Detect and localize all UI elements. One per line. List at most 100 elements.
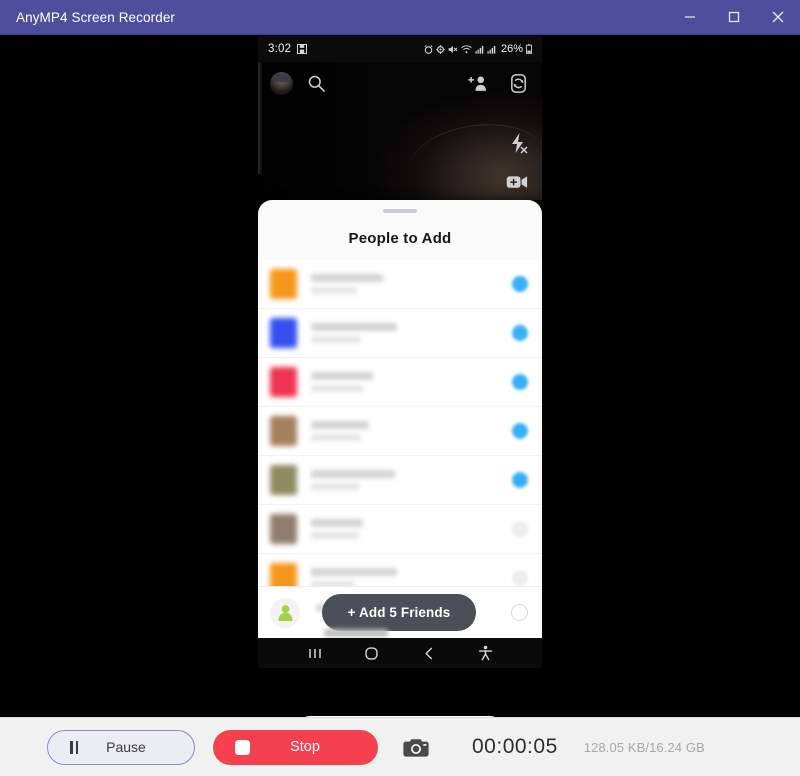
blurred-display-name xyxy=(311,567,397,576)
list-item-text xyxy=(311,322,512,343)
home-button[interactable] xyxy=(355,646,389,661)
screenshot-button[interactable] xyxy=(400,737,432,758)
partial-row-blur xyxy=(324,629,388,637)
pause-button[interactable]: Pause xyxy=(47,729,195,765)
list-item[interactable] xyxy=(258,553,542,586)
add-friend-icon xyxy=(468,76,487,91)
close-icon xyxy=(772,11,784,23)
list-item-text xyxy=(311,518,512,539)
app-window: AnyMP4 Screen Recorder 3:02 26% People t… xyxy=(0,0,800,776)
list-item[interactable] xyxy=(258,504,542,554)
file-size-info: 128.05 KB/16.24 GB xyxy=(583,739,705,755)
accessibility-button[interactable] xyxy=(469,645,503,661)
blurred-username xyxy=(311,286,357,294)
select-checkbox-checked[interactable] xyxy=(512,471,528,488)
video-camera-button[interactable] xyxy=(506,174,528,195)
list-item[interactable] xyxy=(258,455,542,505)
sheet-title: People to Add xyxy=(348,229,452,247)
recents-button[interactable] xyxy=(298,646,332,661)
blurred-username xyxy=(311,433,361,441)
list-item[interactable] xyxy=(258,308,542,358)
blurred-display-name xyxy=(311,371,373,380)
video-camera-icon xyxy=(506,176,528,188)
phone-screen-edge xyxy=(258,62,262,174)
alarm-icon xyxy=(424,44,433,54)
select-checkbox-checked[interactable] xyxy=(512,324,528,341)
sheet-footer: + Add 5 Friends xyxy=(258,586,542,638)
avatar xyxy=(270,562,297,586)
signal-icon xyxy=(475,45,484,54)
footer-avatar xyxy=(270,597,300,628)
blurred-display-name xyxy=(311,273,383,282)
close-button[interactable] xyxy=(756,0,800,35)
people-list[interactable] xyxy=(258,259,542,586)
phone-status-bar: 3:02 26% xyxy=(258,36,542,62)
list-item-text xyxy=(311,371,512,392)
recorder-toolbar: Pause Stop 00:00:05 128.05 KB/16.24 GB xyxy=(0,717,800,776)
blurred-display-name xyxy=(311,469,395,478)
select-checkbox-unchecked[interactable] xyxy=(512,520,528,537)
blurred-username xyxy=(311,335,361,343)
profile-avatar[interactable] xyxy=(270,72,293,95)
select-checkbox-checked[interactable] xyxy=(512,275,528,292)
avatar xyxy=(270,366,297,397)
mute-icon xyxy=(448,45,458,53)
select-checkbox-checked[interactable] xyxy=(512,422,528,439)
minimize-button[interactable] xyxy=(668,0,712,35)
save-icon xyxy=(297,44,308,54)
avatar xyxy=(270,415,297,446)
flash-off-button[interactable] xyxy=(508,132,528,159)
home-icon xyxy=(365,646,378,660)
avatar xyxy=(270,268,297,299)
avatar xyxy=(270,317,297,348)
list-item[interactable] xyxy=(258,259,542,309)
camera-icon xyxy=(403,738,429,757)
flip-camera-button[interactable] xyxy=(508,73,529,99)
back-button[interactable] xyxy=(412,646,446,661)
stop-label: Stop xyxy=(290,739,320,755)
blurred-username xyxy=(311,531,359,539)
blurred-username xyxy=(311,482,359,490)
footer-select-checkbox[interactable] xyxy=(511,604,528,621)
add-friend-button[interactable] xyxy=(467,74,489,98)
blurred-display-name xyxy=(311,518,363,527)
people-to-add-sheet: People to Add + Add 5 Friends xyxy=(258,200,542,638)
stop-button[interactable]: Stop xyxy=(213,729,378,765)
search-button[interactable] xyxy=(307,74,326,98)
list-item[interactable] xyxy=(258,357,542,407)
battery-icon xyxy=(526,44,532,54)
android-nav-bar xyxy=(258,638,542,668)
list-item-text xyxy=(311,420,512,441)
blurred-display-name xyxy=(311,322,397,331)
minimize-icon xyxy=(685,16,695,18)
maximize-button[interactable] xyxy=(712,0,756,35)
list-item[interactable] xyxy=(258,406,542,456)
select-checkbox-checked[interactable] xyxy=(512,373,528,390)
phone-mirror-region: 3:02 26% People to Add + Add 5 Friends xyxy=(258,36,542,668)
flash-off-icon xyxy=(512,133,528,154)
signal-icon xyxy=(487,45,496,54)
gear-icon xyxy=(436,44,445,54)
avatar xyxy=(270,513,297,544)
sheet-drag-handle[interactable] xyxy=(383,209,417,213)
pause-label: Pause xyxy=(106,739,146,755)
recording-stage: 3:02 26% People to Add + Add 5 Friends xyxy=(0,35,800,717)
blurred-display-name xyxy=(311,420,369,429)
app-title: AnyMP4 Screen Recorder xyxy=(16,9,176,25)
list-item-text xyxy=(311,567,512,586)
wifi-icon xyxy=(461,44,472,53)
back-icon xyxy=(424,647,432,659)
stop-icon xyxy=(235,739,250,755)
maximize-icon xyxy=(728,11,740,23)
select-checkbox-unchecked[interactable] xyxy=(512,569,528,586)
title-bar: AnyMP4 Screen Recorder xyxy=(0,0,800,35)
avatar xyxy=(270,464,297,495)
flip-camera-icon xyxy=(511,74,526,93)
list-item-text xyxy=(311,469,512,490)
battery-percent: 26% xyxy=(500,43,523,55)
accessibility-icon xyxy=(478,645,493,661)
camera-viewfinder[interactable] xyxy=(258,62,542,200)
recents-icon xyxy=(308,648,321,658)
add-friends-button[interactable]: + Add 5 Friends xyxy=(322,594,476,631)
blurred-username xyxy=(311,384,363,392)
